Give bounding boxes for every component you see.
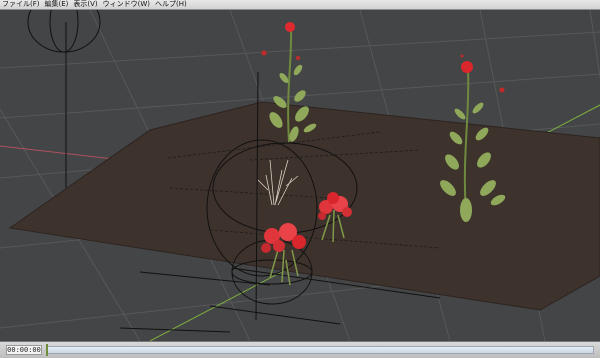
playhead-handle[interactable]: [46, 344, 48, 356]
menu-edit[interactable]: 編集(E): [43, 0, 72, 9]
menu-bar: ファイル(F) 編集(E) 表示(V) ウィンドウ(W) ヘルプ(H): [0, 0, 600, 10]
menu-window[interactable]: ウィンドウ(W): [101, 0, 153, 9]
timeline-scrubber[interactable]: [46, 346, 594, 354]
timeline-bar: 00:00:00: [0, 341, 600, 358]
menu-view[interactable]: 表示(V): [71, 0, 100, 9]
timecode-display[interactable]: 00:00:00: [6, 345, 42, 355]
menu-file[interactable]: ファイル(F): [0, 0, 43, 9]
menu-help[interactable]: ヘルプ(H): [153, 0, 190, 9]
3d-viewport[interactable]: [0, 10, 600, 341]
scene-canvas: [0, 10, 600, 341]
